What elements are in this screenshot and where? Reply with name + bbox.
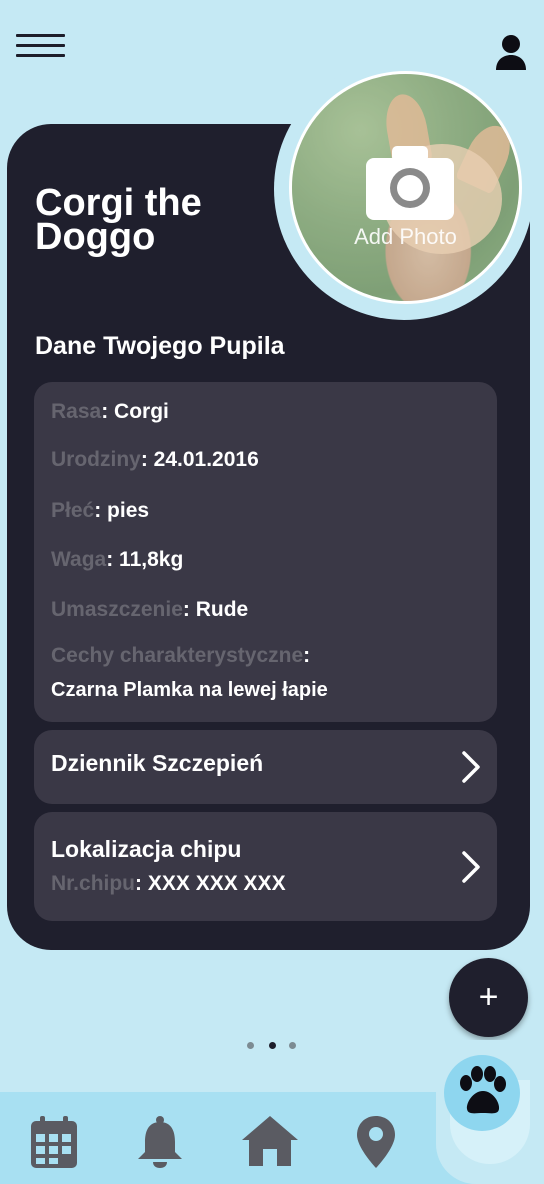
page-dot-active[interactable] <box>269 1042 276 1049</box>
paw-button[interactable] <box>444 1055 520 1131</box>
vaccination-log-label: Dziennik Szczepień <box>51 750 264 776</box>
hamburger-menu-icon[interactable] <box>16 34 66 60</box>
page-dot[interactable] <box>247 1042 254 1049</box>
add-button[interactable]: + <box>449 958 528 1037</box>
bell-icon[interactable] <box>136 1116 184 1173</box>
chevron-right-icon <box>461 850 481 884</box>
location-pin-icon[interactable] <box>357 1116 395 1173</box>
detail-weight: Waga: 11,8kg <box>51 548 184 571</box>
paw-icon <box>460 1066 506 1114</box>
section-title: Dane Twojego Pupila <box>35 332 285 360</box>
chip-location-label: Lokalizacja chipu <box>51 836 242 862</box>
detail-birthday: Urodziny: 24.01.2016 <box>51 448 259 471</box>
user-icon[interactable] <box>494 34 528 72</box>
page-dot[interactable] <box>289 1042 296 1049</box>
chevron-right-icon <box>461 750 481 784</box>
chip-number: Nr.chipu: XXX XXX XXX <box>51 872 286 895</box>
pet-photo-button[interactable]: Add Photo <box>289 71 522 304</box>
detail-coat: Umaszczenie: Rude <box>51 598 249 621</box>
add-photo-label: Add Photo <box>354 224 457 249</box>
vaccination-log-button[interactable]: Dziennik Szczepień <box>34 730 497 804</box>
home-icon[interactable] <box>240 1114 300 1173</box>
chip-location-button[interactable]: Lokalizacja chipu Nr.chipu: XXX XXX XXX <box>34 812 497 921</box>
detail-sex: Płeć: pies <box>51 499 150 522</box>
pet-name: Corgi the Doggo <box>35 182 202 258</box>
page-indicator <box>240 1042 304 1052</box>
plus-icon: + <box>478 978 499 1016</box>
detail-traits-value: Czarna Plamka na lewej łapie <box>51 679 328 701</box>
detail-breed: Rasa: Corgi <box>51 400 169 423</box>
camera-icon <box>364 144 456 222</box>
calendar-icon[interactable] <box>31 1116 77 1173</box>
detail-traits: Cechy charakterystyczne: <box>51 644 311 667</box>
